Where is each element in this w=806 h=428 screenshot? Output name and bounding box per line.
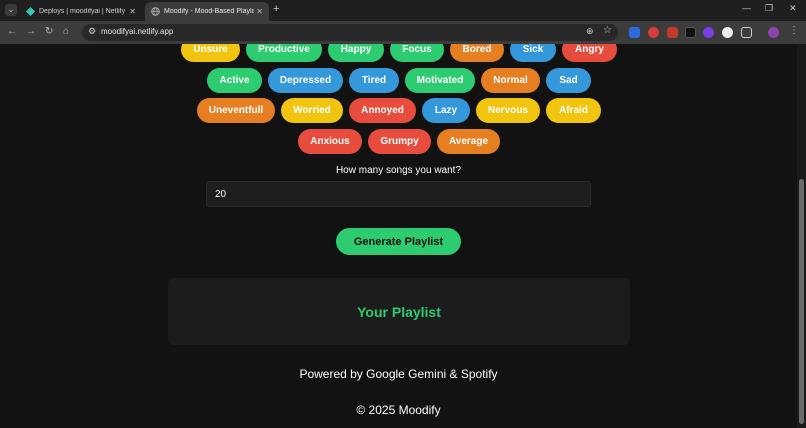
forward-arrow-icon[interactable]: → — [26, 26, 36, 38]
shield-extension-icon[interactable] — [629, 27, 640, 38]
white-extension-icon[interactable] — [722, 27, 733, 38]
song-count-question: How many songs you want? — [335, 165, 462, 176]
scrollbar-thumb[interactable] — [799, 179, 804, 424]
red-extension-icon[interactable] — [648, 27, 659, 38]
mood-button-anxious[interactable]: Anxious — [298, 129, 362, 154]
dark-extension-icon[interactable] — [685, 27, 696, 38]
tab-title: Deploys | moodifyai | Netlify — [39, 8, 126, 15]
mood-button-tired[interactable]: Tired — [349, 68, 399, 93]
mood-button-productive[interactable]: Productive — [246, 44, 322, 62]
mood-button-unsure[interactable]: Unsure — [181, 44, 240, 62]
tab-moodify[interactable]: Moodify - Mood-Based Playlist ✕ — [145, 2, 269, 21]
page-content: Unsure Productive Happy Focus Bored Sick… — [0, 44, 806, 428]
mood-button-motivated[interactable]: Motivated — [405, 68, 475, 93]
tab-close-icon[interactable]: ✕ — [129, 7, 136, 16]
mood-button-depressed[interactable]: Depressed — [268, 68, 343, 93]
reload-icon[interactable]: ↻ — [45, 26, 53, 38]
generate-playlist-button[interactable]: Generate Playlist — [336, 228, 461, 255]
browser-tab-strip: ⌄ Deploys | moodifyai | Netlify ✕ Moodif… — [0, 0, 806, 21]
minimize-icon[interactable]: — — [742, 3, 751, 13]
mood-button-sad[interactable]: Sad — [546, 68, 591, 93]
tab-close-icon[interactable]: ✕ — [256, 7, 263, 16]
netlify-diamond-icon — [26, 7, 35, 16]
new-tab-icon[interactable]: + — [273, 4, 279, 15]
tab-search-chevron-icon[interactable]: ⌄ — [5, 4, 17, 16]
extensions-puzzle-icon[interactable] — [741, 27, 752, 38]
mood-button-bored[interactable]: Bored — [450, 44, 504, 62]
mood-button-focus[interactable]: Focus — [390, 44, 444, 62]
mood-button-nervous[interactable]: Nervous — [476, 98, 540, 123]
playlist-title: Your Playlist — [357, 304, 441, 320]
mood-button-lazy[interactable]: Lazy — [422, 98, 470, 123]
profile-avatar[interactable] — [768, 27, 779, 38]
notification-extension-icon[interactable] — [667, 27, 678, 38]
site-info-icon[interactable]: ⚙ — [88, 26, 96, 37]
home-icon[interactable]: ⌂ — [63, 26, 69, 38]
tab-title: Moodify - Mood-Based Playlist — [164, 8, 255, 15]
browser-toolbar: ← → ↻ ⌂ ⚙ moodifyai.netlify.app ⊕ ☆ ⋮ — [0, 21, 806, 44]
mood-button-grumpy[interactable]: Grumpy — [368, 129, 431, 154]
mood-button-normal[interactable]: Normal — [481, 68, 540, 93]
mood-button-uneventfull[interactable]: Uneventfull — [197, 98, 275, 123]
mood-button-active[interactable]: Active — [207, 68, 262, 93]
browser-menu-icon[interactable]: ⋮ — [789, 25, 799, 37]
song-count-input[interactable] — [206, 181, 591, 207]
mood-button-happy[interactable]: Happy — [328, 44, 384, 62]
bookmark-star-icon[interactable]: ☆ — [603, 25, 612, 36]
url-text: moodifyai.netlify.app — [101, 27, 174, 36]
mood-button-average[interactable]: Average — [437, 129, 500, 154]
footer-copyright: © 2025 Moodify — [356, 403, 441, 417]
mood-button-annoyed[interactable]: Annoyed — [349, 98, 416, 123]
globe-icon — [151, 7, 160, 16]
tab-netlify-deploys[interactable]: Deploys | moodifyai | Netlify ✕ — [20, 2, 142, 21]
back-arrow-icon[interactable]: ← — [7, 26, 17, 38]
page-scrollbar[interactable] — [797, 44, 806, 428]
address-bar[interactable]: ⚙ moodifyai.netlify.app ⊕ ☆ — [82, 24, 618, 41]
purple-extension-icon[interactable] — [703, 27, 714, 38]
footer-powered-by: Powered by Google Gemini & Spotify — [299, 367, 498, 381]
window-close-icon[interactable]: ✕ — [789, 3, 797, 14]
mood-button-worried[interactable]: Worried — [281, 98, 343, 123]
mood-button-sick[interactable]: Sick — [510, 44, 556, 62]
restore-icon[interactable]: ❐ — [765, 3, 773, 14]
zoom-icon[interactable]: ⊕ — [586, 26, 594, 37]
playlist-card: Your Playlist — [168, 278, 630, 345]
mood-button-angry[interactable]: Angry — [562, 44, 617, 62]
mood-button-afraid[interactable]: Afraid — [546, 98, 601, 123]
